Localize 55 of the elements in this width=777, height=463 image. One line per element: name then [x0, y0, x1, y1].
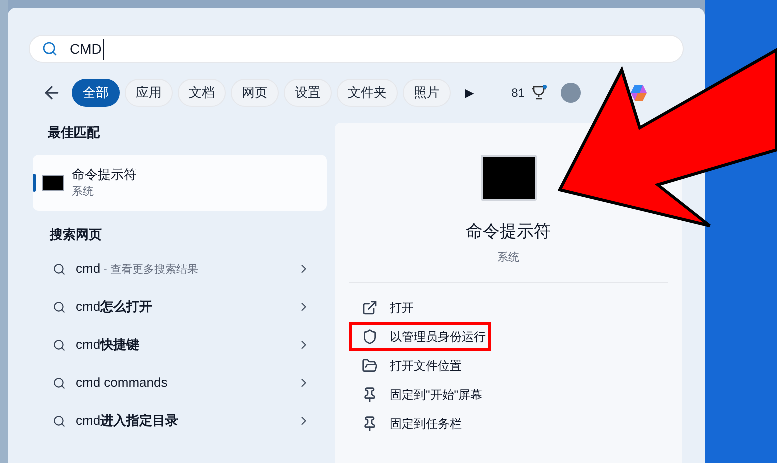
more-button[interactable]: ▶	[465, 84, 474, 102]
action-label: 打开	[390, 300, 414, 316]
web-search-item[interactable]: cmd commands	[33, 364, 327, 402]
trophy-icon	[531, 85, 547, 101]
search-icon	[53, 262, 66, 276]
filter-tab[interactable]: 网页	[231, 79, 279, 107]
item-subtitle: 系统	[72, 184, 95, 200]
item-title: 命令提示符	[72, 166, 137, 184]
action-item[interactable]: 以管理员身份运行	[349, 322, 491, 351]
suggestion-text: cmd进入指定目录	[76, 412, 179, 430]
filter-tab[interactable]: 全部	[72, 79, 120, 107]
app-category: 系统	[498, 250, 520, 266]
open-icon	[362, 300, 378, 316]
app-title: 命令提示符	[466, 221, 551, 243]
action-item[interactable]: 固定到"开始"屏幕	[349, 380, 491, 409]
action-label: 打开文件位置	[390, 358, 462, 374]
filter-tab[interactable]: 文件夹	[337, 79, 398, 107]
filter-tab[interactable]: 文档	[178, 79, 226, 107]
filter-tab[interactable]: 应用	[125, 79, 173, 107]
section-heading: 搜索网页	[50, 226, 103, 244]
web-search-item[interactable]: cmd怎么打开	[33, 288, 327, 326]
action-label: 以管理员身份运行	[390, 328, 486, 346]
folder-icon	[362, 358, 378, 374]
web-search-item[interactable]: cmd快捷键	[33, 326, 327, 364]
action-label: 固定到任务栏	[390, 416, 462, 432]
suggestion-text: cmd怎么打开	[76, 298, 153, 316]
points-count: 81	[512, 85, 525, 102]
action-item[interactable]: 固定到任务栏	[349, 409, 491, 438]
search-field[interactable]: CMD	[29, 35, 684, 63]
pin-icon	[362, 386, 378, 402]
suggestion-text: cmd - 查看更多搜索结果	[76, 260, 198, 278]
avatar[interactable]	[561, 83, 581, 103]
filter-tab[interactable]: 设置	[284, 79, 332, 107]
selection-bar	[33, 174, 36, 192]
search-icon	[53, 414, 66, 428]
web-search-item[interactable]: cmd进入指定目录	[33, 402, 327, 440]
suggestion-text: cmd快捷键	[76, 336, 140, 354]
action-item[interactable]: 打开	[349, 293, 491, 322]
action-item[interactable]: 打开文件位置	[349, 351, 491, 380]
suggestion-text: cmd commands	[76, 374, 168, 392]
terminal-icon	[42, 174, 64, 190]
app-logo-icon[interactable]	[629, 83, 649, 103]
search-icon	[53, 376, 66, 390]
search-icon	[42, 41, 58, 57]
section-heading: 最佳匹配	[48, 124, 102, 142]
shield-icon	[362, 328, 378, 344]
web-search-item[interactable]: cmd - 查看更多搜索结果	[33, 250, 327, 288]
filter-tab[interactable]: 照片	[403, 79, 451, 107]
search-text: CMD	[70, 38, 104, 60]
action-label: 固定到"开始"屏幕	[390, 386, 483, 404]
pin-icon	[362, 416, 378, 432]
terminal-icon	[480, 155, 536, 201]
search-icon	[53, 338, 66, 352]
search-icon	[53, 300, 66, 314]
best-match-item[interactable]: 命令提示符 系统	[33, 154, 327, 210]
